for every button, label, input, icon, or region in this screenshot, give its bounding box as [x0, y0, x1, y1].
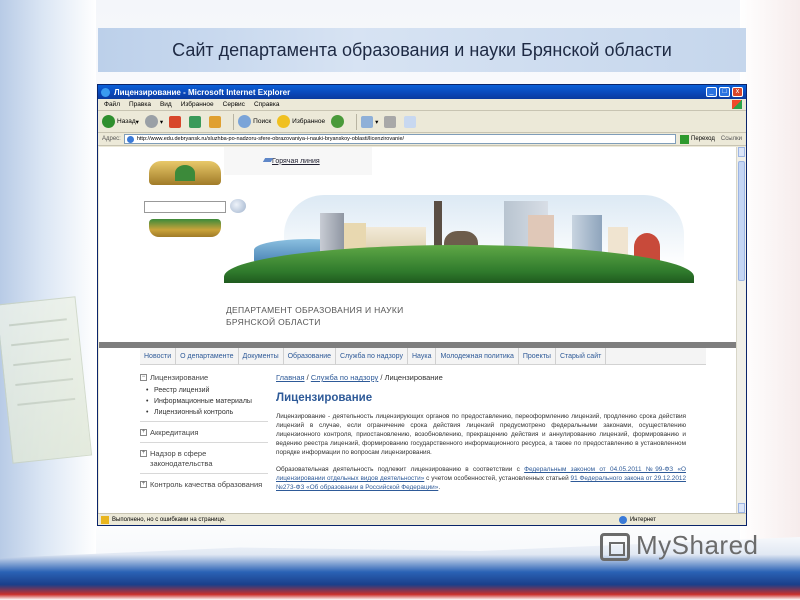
- menu-tools[interactable]: Сервис: [223, 101, 245, 108]
- scroll-thumb[interactable]: [738, 161, 745, 281]
- refresh-icon: [189, 115, 202, 128]
- myshared-logo-icon: [600, 533, 630, 562]
- sidebar-menu: −Лицензирование Реестр лицензий Информац…: [140, 373, 268, 493]
- nav-science[interactable]: Наука: [408, 347, 437, 365]
- status-bar: Выполнено, но с ошибками на странице. Ин…: [98, 513, 746, 525]
- myshared-watermark: MyShared: [600, 530, 759, 562]
- history-button[interactable]: [331, 115, 346, 128]
- slide-title: Сайт департамента образования и науки Бр…: [172, 40, 672, 60]
- menu-edit[interactable]: Правка: [129, 101, 151, 108]
- browser-window: Лицензирование - Microsoft Internet Expl…: [97, 84, 747, 526]
- sidebar-item-accreditation[interactable]: + Аккредитация: [140, 428, 268, 438]
- maximize-button[interactable]: □: [719, 87, 730, 97]
- browser-title-bar: Лицензирование - Microsoft Internet Expl…: [98, 85, 746, 99]
- menu-view[interactable]: Вид: [160, 101, 172, 108]
- department-name: ДЕПАРТАМЕНТ ОБРАЗОВАНИЯ И НАУКИ БРЯНСКОЙ…: [226, 305, 404, 327]
- coat-of-arms-logo: [149, 161, 221, 185]
- address-input[interactable]: http://www.edu.debryansk.ru/sluzhba-po-n…: [123, 134, 677, 144]
- security-zone: Интернет: [618, 515, 656, 524]
- breadcrumb-home[interactable]: Главная: [276, 373, 305, 382]
- back-button[interactable]: Назад ▾: [102, 115, 139, 128]
- right-decoration: [740, 0, 800, 560]
- sidebar-subitem-registry[interactable]: Реестр лицензий: [140, 386, 268, 395]
- print-button[interactable]: [384, 115, 398, 128]
- close-button[interactable]: x: [732, 87, 743, 97]
- menu-favorites[interactable]: Избранное: [181, 101, 214, 108]
- search-button[interactable]: Поиск: [238, 115, 271, 128]
- site-navigation: Новости О департаменте Документы Образов…: [140, 347, 706, 365]
- licensing-legal-basis: Образовательная деятельность подлежит ли…: [276, 466, 687, 491]
- document-icon: [404, 115, 417, 128]
- status-text: Выполнено, но с ошибками на странице.: [112, 516, 226, 523]
- back-arrow-icon: [102, 115, 115, 128]
- stop-button[interactable]: [169, 115, 183, 128]
- nav-about[interactable]: О департаменте: [176, 347, 239, 365]
- vertical-scrollbar[interactable]: [736, 147, 746, 513]
- expand-icon[interactable]: +: [140, 429, 147, 436]
- nav-old-site[interactable]: Старый сайт: [556, 347, 607, 365]
- go-arrow-icon: [680, 134, 690, 144]
- ie-logo-icon: [101, 87, 110, 97]
- city-panorama-banner: [224, 165, 704, 283]
- main-content: Главная / Служба по надзору / Лицензиров…: [276, 373, 686, 492]
- links-toolbar[interactable]: Ссылки: [721, 136, 742, 142]
- nav-projects[interactable]: Проекты: [519, 347, 556, 365]
- menu-file[interactable]: Файл: [104, 101, 120, 108]
- page-viewport: Горячая линия ДЕПАРТАМЕНТ ОБРАЗОВАНИЯ И …: [99, 147, 736, 513]
- star-icon: [277, 115, 291, 128]
- home-icon: [209, 115, 222, 128]
- sidebar-item-licensing[interactable]: − Лицензирование: [140, 373, 268, 383]
- minimize-button[interactable]: _: [706, 87, 717, 97]
- go-button[interactable]: Переход: [680, 134, 715, 144]
- coat-of-arms-ribbon: [149, 219, 221, 237]
- nav-education[interactable]: Образование: [284, 347, 336, 365]
- breadcrumb: Главная / Служба по надзору / Лицензиров…: [276, 373, 443, 382]
- licensing-definition: Лицензирование - деятельность лицензирую…: [276, 413, 686, 456]
- certificate-image: [0, 296, 93, 464]
- mail-icon: [361, 115, 374, 128]
- expand-icon[interactable]: +: [140, 450, 147, 457]
- globe-icon: [618, 515, 627, 524]
- coat-of-arms-area: [144, 161, 246, 243]
- menu-help[interactable]: Справка: [254, 101, 280, 108]
- page-title: Лицензирование: [276, 392, 373, 404]
- site-header: Горячая линия ДЕПАРТАМЕНТ ОБРАЗОВАНИЯ И …: [99, 147, 736, 342]
- breadcrumb-current: Лицензирование: [384, 373, 443, 382]
- warning-icon[interactable]: [101, 515, 109, 524]
- expand-icon[interactable]: +: [140, 481, 147, 488]
- left-decoration: [0, 0, 96, 600]
- address-label: Адрес:: [102, 136, 121, 142]
- sidebar-item-quality-control[interactable]: + Контроль качества образования: [140, 480, 268, 490]
- browser-toolbar: Назад ▾ ▾ Поиск Избранное ▾: [98, 111, 746, 133]
- site-search-input[interactable]: [144, 201, 226, 213]
- search-icon: [238, 115, 252, 128]
- forward-button[interactable]: ▾: [144, 115, 163, 128]
- nav-supervision[interactable]: Служба по надзору: [336, 347, 408, 365]
- hotline-label[interactable]: Горячая линия: [272, 158, 320, 165]
- nav-youth-policy[interactable]: Молодежная политика: [436, 347, 519, 365]
- forward-arrow-icon: [144, 115, 158, 128]
- hotline-link[interactable]: Горячая линия: [224, 147, 372, 175]
- scroll-up-arrow[interactable]: [738, 147, 745, 157]
- scroll-down-arrow[interactable]: [738, 503, 745, 513]
- favorites-button[interactable]: Избранное: [277, 115, 325, 128]
- home-button[interactable]: [209, 115, 223, 128]
- history-icon: [331, 115, 345, 128]
- sidebar-item-supervision[interactable]: + Надзор в сфере законодательства: [140, 449, 268, 469]
- refresh-button[interactable]: [189, 115, 203, 128]
- sidebar-subitem-license-control[interactable]: Лицензионный контроль: [140, 408, 268, 417]
- address-bar: Адрес: http://www.edu.debryansk.ru/sluzh…: [98, 133, 746, 146]
- nav-news[interactable]: Новости: [140, 347, 177, 365]
- stop-icon: [169, 115, 182, 128]
- sidebar-subitem-info-materials[interactable]: Информационные материалы: [140, 397, 268, 406]
- collapse-icon[interactable]: −: [140, 374, 147, 381]
- edit-button[interactable]: [404, 115, 418, 128]
- windows-flag-icon: [732, 100, 742, 109]
- breadcrumb-supervision[interactable]: Служба по надзору: [311, 373, 378, 382]
- browser-window-title: Лицензирование - Microsoft Internet Expl…: [114, 87, 291, 97]
- nav-documents[interactable]: Документы: [239, 347, 284, 365]
- mail-button[interactable]: ▾: [361, 115, 378, 128]
- browser-menu-bar: Файл Правка Вид Избранное Сервис Справка: [98, 99, 746, 111]
- printer-icon: [384, 115, 397, 128]
